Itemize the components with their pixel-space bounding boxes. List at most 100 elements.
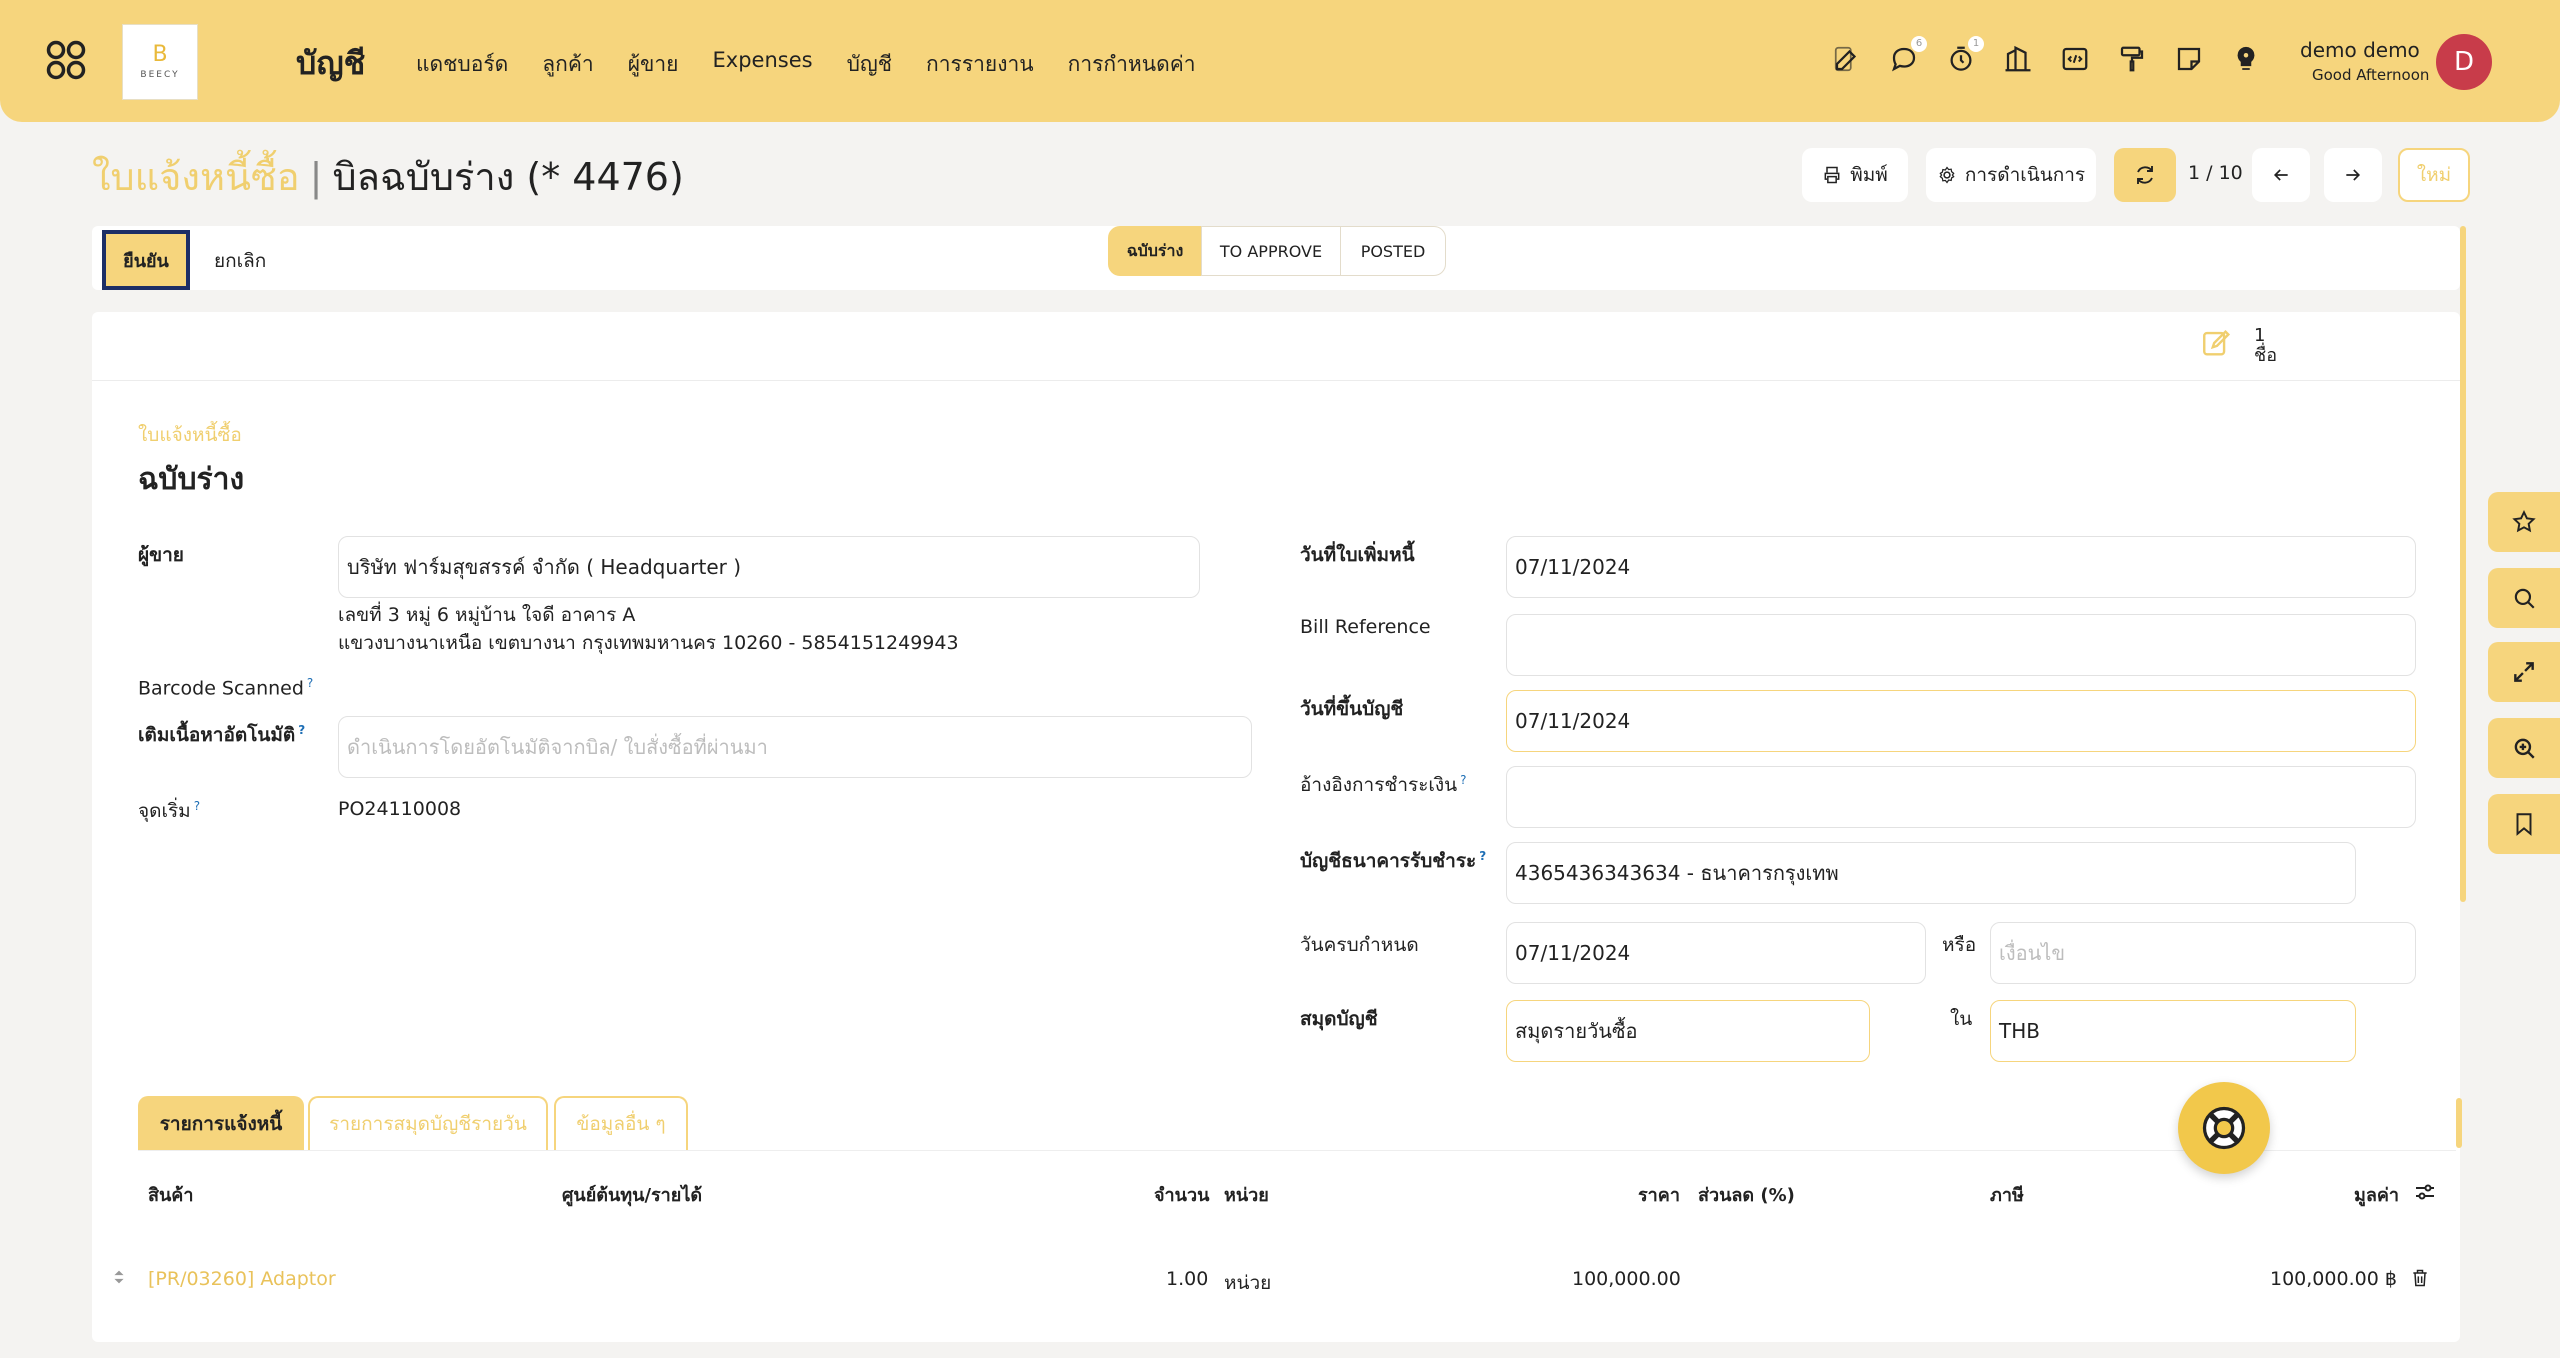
tab-other-info[interactable]: ข้อมูลอื่น ๆ (554, 1096, 688, 1150)
company-logo[interactable]: B BEECY (122, 24, 198, 100)
action-button[interactable]: การดำเนินการ (1926, 148, 2096, 202)
chatter-count: 1 (2254, 325, 2266, 346)
avatar[interactable]: D (2436, 34, 2492, 90)
menu-item-accounting[interactable]: บัญชี (847, 48, 892, 81)
lifebuoy-icon (2202, 1106, 2246, 1150)
column-settings-icon[interactable] (2412, 1180, 2440, 1204)
star-icon (2512, 510, 2536, 533)
col-quantity[interactable]: จำนวน (1154, 1180, 1209, 1209)
favorite-tool[interactable] (2488, 492, 2560, 552)
pager-value[interactable]: 1 / 10 (2188, 162, 2243, 184)
tab-invoice-lines[interactable]: รายการแจ้งหนี้ (138, 1096, 304, 1150)
divider (92, 380, 2460, 381)
line-price[interactable]: 100,000.00 (1572, 1268, 1681, 1290)
vendor-field[interactable]: บริษัท ฟาร์มสุขสรรค์ จำกัด ( Headquarter… (338, 536, 1200, 598)
accounting-date-field[interactable]: 07/11/2024 (1506, 690, 2416, 752)
chat-icon[interactable]: 6 (1889, 36, 1927, 74)
breadcrumb-parent[interactable]: ใบแจ้งหนี้ซื้อ (92, 155, 300, 199)
print-button[interactable]: พิมพ์ (1802, 148, 1908, 202)
lightbulb-icon[interactable] (2231, 44, 2261, 74)
col-discount[interactable]: ส่วนลด (%) (1698, 1180, 1795, 1209)
drag-handle-icon[interactable] (108, 1266, 132, 1290)
menu-item-dashboard[interactable]: แดชบอร์ด (416, 48, 508, 81)
help-icon[interactable]: ? (194, 799, 200, 813)
bank-account-field[interactable]: 4365436343634 - ธนาคารกรุงเทพ (1506, 842, 2356, 904)
logo-bee-icon: B (152, 42, 168, 67)
breadcrumb-current: บิลฉบับร่าง (* 4476) (332, 155, 684, 199)
menu-item-customers[interactable]: ลูกค้า (542, 48, 593, 81)
confirm-button[interactable]: ยืนยัน (102, 230, 190, 290)
top-navbar: B BEECY บัญชี แดชบอร์ด ลูกค้า ผู้ขาย Exp… (0, 0, 2560, 122)
zoom-in-icon (2514, 738, 2535, 759)
pager-next-button[interactable] (2324, 148, 2382, 202)
currency-field[interactable]: THB (1990, 1000, 2356, 1062)
source-value: PO24110008 (338, 798, 462, 820)
zoom-tool[interactable] (2488, 718, 2560, 778)
col-product[interactable]: สินค้า (148, 1180, 193, 1209)
bookmark-tool[interactable] (2488, 794, 2560, 854)
expand-tool[interactable] (2488, 642, 2560, 702)
document-type: ใบแจ้งหนี้ซื้อ (138, 424, 242, 446)
help-icon[interactable]: ? (307, 676, 313, 690)
line-uom[interactable]: หน่วย (1224, 1268, 1271, 1298)
bill-date-field[interactable]: 07/11/2024 (1506, 536, 2416, 598)
autocomplete-field[interactable]: ดำเนินการโดยอัตโนมัติจากบิล/ ใบสั่งซื้อท… (338, 716, 1252, 778)
chatter-header[interactable]: 1 ชื่อ (2200, 326, 2277, 366)
menu-item-vendors[interactable]: ผู้ขาย (628, 48, 679, 81)
col-price[interactable]: ราคา (1638, 1180, 1680, 1209)
help-icon[interactable]: ? (298, 723, 305, 737)
bookmark-icon (2516, 813, 2532, 836)
line-product[interactable]: [PR/03260] Adaptor (148, 1268, 336, 1290)
timer-icon[interactable]: 1 (1946, 36, 1984, 74)
app-title[interactable]: บัญชี (296, 38, 365, 89)
autocomplete-label: เติมเนื้อหาอัตโนมัติ? (138, 722, 306, 746)
help-lifebuoy-button[interactable] (2178, 1082, 2270, 1174)
bill-date-label: วันที่ใบเพิ่มหนี้ (1300, 544, 1415, 566)
paint-roller-icon[interactable] (2117, 44, 2147, 74)
edit-icon[interactable] (1832, 44, 1862, 74)
menu-item-configuration[interactable]: การกำหนดค่า (1068, 48, 1196, 81)
vendor-label: ผู้ขาย (138, 544, 184, 566)
building-icon[interactable] (2003, 44, 2033, 74)
due-date-field[interactable]: 07/11/2024 (1506, 922, 1926, 984)
refresh-button[interactable] (2114, 148, 2176, 202)
stage-draft[interactable]: ฉบับร่าง (1108, 226, 1202, 276)
cancel-button[interactable]: ยกเลิก (214, 246, 266, 276)
sticky-note-icon[interactable] (2174, 44, 2204, 74)
payment-reference-field[interactable] (1506, 766, 2416, 828)
lines-scrollbar[interactable] (2456, 1098, 2462, 1148)
help-icon[interactable]: ? (1479, 849, 1486, 863)
journal-field[interactable]: สมุดรายวันซื้อ (1506, 1000, 1870, 1062)
vendor-address-line-2: แขวงบางนาเหนือ เขตบางนา กรุงเทพมหานคร 10… (338, 632, 959, 654)
col-analytic[interactable]: ศูนย์ต้นทุน/รายได้ (562, 1180, 702, 1209)
code-icon[interactable] (2060, 44, 2090, 74)
tab-divider (138, 1150, 2456, 1151)
payment-reference-label: อ้างอิงการชำระเงิน? (1300, 772, 1467, 796)
systray: 6 1 (1832, 36, 2288, 74)
document-name: ฉบับร่าง (138, 462, 245, 497)
line-quantity[interactable]: 1.00 (1166, 1268, 1208, 1290)
arrow-right-icon (2346, 169, 2361, 181)
user-name[interactable]: demo demo (2300, 38, 2420, 62)
pager-previous-button[interactable] (2252, 148, 2310, 202)
apps-menu-icon[interactable] (46, 40, 86, 80)
payment-terms-field[interactable]: เงื่อนไข (1990, 922, 2416, 984)
bank-account-label: บัญชีธนาคารรับชำระ? (1300, 848, 1487, 872)
help-icon[interactable]: ? (1460, 773, 1466, 787)
stage-posted[interactable]: POSTED (1340, 226, 1446, 276)
col-uom[interactable]: หน่วย (1224, 1180, 1269, 1209)
col-subtotal[interactable]: มูลค่า (2354, 1180, 2399, 1209)
col-tax[interactable]: ภาษี (1990, 1180, 2024, 1209)
stage-to-approve[interactable]: TO APPROVE (1201, 226, 1341, 276)
menu-item-reporting[interactable]: การรายงาน (926, 48, 1034, 81)
new-button[interactable]: ใหม่ (2398, 148, 2470, 202)
bill-reference-field[interactable] (1506, 614, 2416, 676)
search-tool[interactable] (2488, 568, 2560, 628)
tab-journal-items[interactable]: รายการสมุดบัญชีรายวัน (308, 1096, 548, 1150)
refresh-icon (2137, 166, 2153, 184)
trash-icon[interactable] (2410, 1268, 2432, 1290)
accounting-date-label: วันที่ขึ้นบัญชี (1300, 698, 1404, 720)
scrollbar[interactable] (2460, 226, 2466, 902)
arrow-left-icon (2273, 169, 2288, 181)
menu-item-expenses[interactable]: Expenses (713, 48, 813, 81)
